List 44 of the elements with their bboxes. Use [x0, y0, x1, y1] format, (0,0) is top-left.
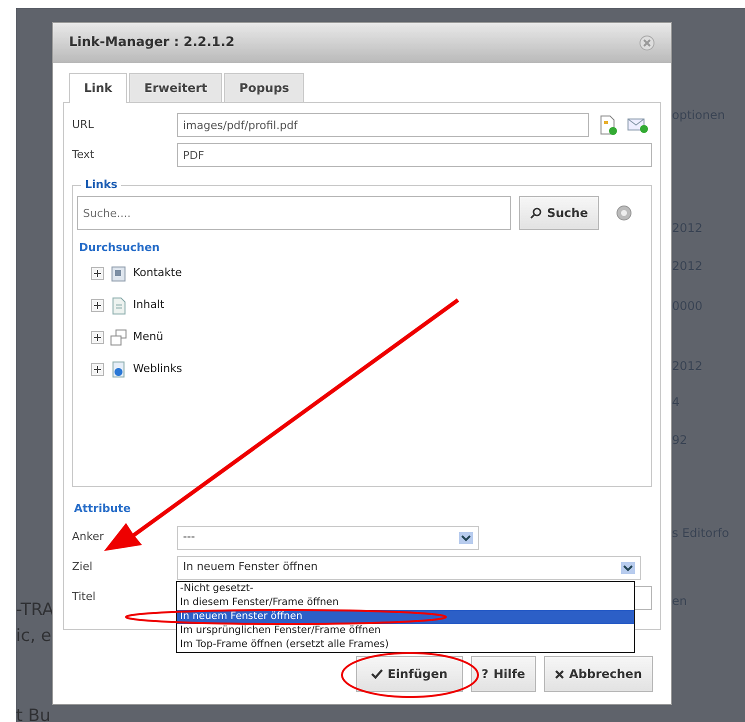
dropdown-arrow-icon [459, 532, 473, 544]
dropdown-option[interactable]: -Nicht gesetzt- [177, 582, 634, 596]
expand-icon[interactable] [91, 363, 104, 376]
tab[interactable]: Popups [224, 73, 304, 102]
search-icon [530, 207, 542, 219]
anchor-select[interactable]: --- [177, 526, 479, 550]
expand-icon[interactable] [91, 331, 104, 344]
tree-item[interactable]: Kontakte [91, 264, 647, 282]
dropdown-option[interactable]: In diesem Fenster/Frame öffnen [177, 596, 634, 610]
target-label: Ziel [72, 559, 94, 576]
checkmark-icon [370, 669, 383, 679]
tree-item[interactable]: Weblinks [91, 360, 647, 378]
windows-icon [110, 328, 127, 346]
close-icon [555, 670, 564, 678]
globe-page-icon [110, 360, 127, 378]
tab[interactable]: Link [69, 73, 128, 103]
title-label: Titel [72, 589, 97, 606]
expand-icon[interactable] [91, 267, 104, 280]
tab[interactable]: Erweitert [129, 73, 222, 102]
browse-heading: Durchsuchen [79, 240, 161, 256]
input-field[interactable]: PDF [176, 143, 652, 167]
dialog-title: Link-Manager : 2.2.1.2 [69, 34, 235, 52]
file-add-icon[interactable] [599, 115, 617, 135]
field-label: URL [72, 116, 95, 133]
contact-card-icon [110, 264, 127, 282]
tree-item[interactable]: Menü [91, 328, 647, 346]
search-button[interactable]: Suche [519, 196, 599, 230]
insert-button[interactable]: Einfügen [356, 656, 463, 692]
expand-icon[interactable] [91, 299, 104, 312]
tree-item[interactable]: Inhalt [91, 296, 647, 314]
search-field[interactable]: Suche.... [77, 196, 511, 230]
mail-add-icon[interactable] [627, 116, 649, 134]
dropdown-option[interactable]: Im ursprünglichen Fenster/Frame öffnen [177, 624, 634, 638]
dropdown-option[interactable]: Im Top-Frame öffnen (ersetzt alle Frames) [177, 638, 634, 652]
gear-icon[interactable] [614, 204, 633, 222]
input-field[interactable]: images/pdf/profil.pdf [177, 113, 589, 137]
document-icon [110, 296, 127, 314]
help-button[interactable]: ? Hilfe [470, 656, 536, 692]
anchor-label: Anker [72, 529, 105, 546]
cancel-button[interactable]: Abbrechen [544, 656, 653, 692]
target-select[interactable]: In neuem Fenster öffnen [177, 556, 641, 580]
field-label: Text [72, 146, 96, 163]
attributes-heading: Attribute [74, 501, 132, 517]
dropdown-arrow-icon [621, 562, 635, 574]
